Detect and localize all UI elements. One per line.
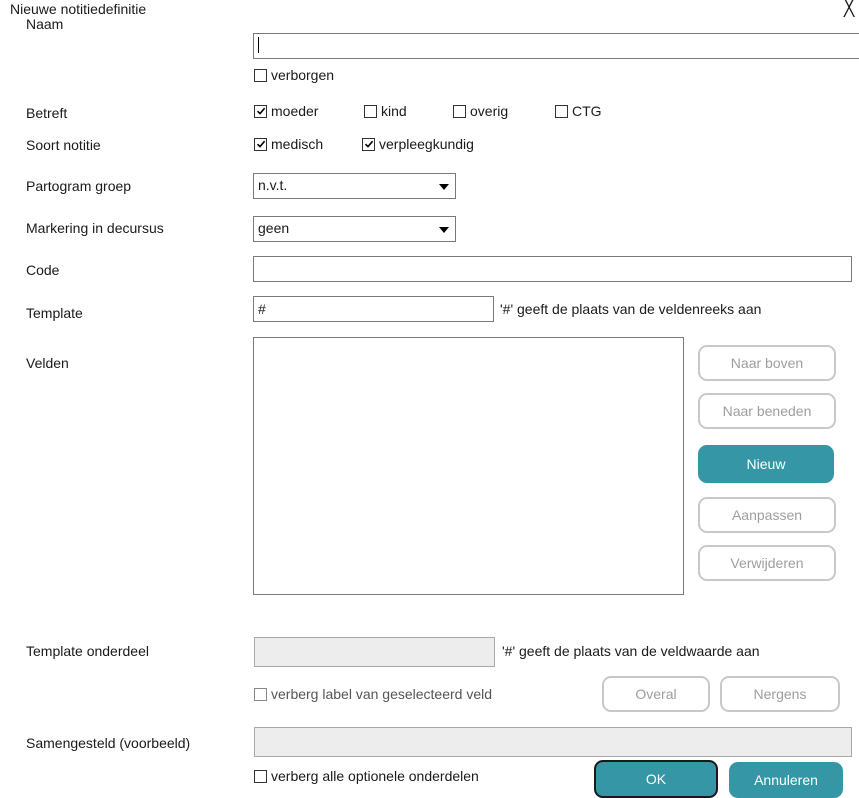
- partogram-value: n.v.t.: [258, 177, 288, 193]
- verberg-optioneel-label: verberg alle optionele onderdelen: [271, 768, 479, 784]
- samengesteld-label: Samengesteld (voorbeeld): [26, 735, 191, 751]
- text-caret: [258, 37, 259, 53]
- nieuw-button[interactable]: Nieuw: [698, 445, 834, 483]
- checkbox-box: [555, 104, 568, 118]
- checkbox-box: [364, 104, 377, 118]
- naam-input[interactable]: [253, 33, 859, 59]
- soort-verpleegkundig-checkbox[interactable]: verpleegkundig: [362, 136, 474, 152]
- checkmark-icon: [362, 137, 375, 151]
- betreft-label: Betreft: [26, 105, 68, 121]
- aanpassen-button[interactable]: Aanpassen: [698, 497, 836, 533]
- template-onderdeel-hint: '#' geeft de plaats van de veldwaarde aa…: [502, 643, 760, 659]
- verberg-optioneel-checkbox[interactable]: verberg alle optionele onderdelen: [254, 768, 479, 784]
- template-hint: '#' geeft de plaats van de veldenreeks a…: [500, 301, 762, 317]
- nergens-button[interactable]: Nergens: [720, 676, 840, 712]
- overal-button[interactable]: Overal: [602, 676, 710, 712]
- naam-label: Naam: [26, 16, 64, 32]
- verwijderen-button[interactable]: Verwijderen: [698, 545, 836, 581]
- samengesteld-input: [254, 727, 852, 757]
- dropdown-arrow-icon: [439, 227, 449, 233]
- ok-button[interactable]: OK: [594, 760, 718, 798]
- annuleren-button[interactable]: Annuleren: [729, 762, 843, 798]
- code-input[interactable]: [253, 256, 852, 282]
- template-onderdeel-label: Template onderdeel: [26, 643, 149, 659]
- soort-label: Soort notitie: [26, 137, 101, 153]
- naar-boven-button[interactable]: Naar boven: [698, 345, 836, 381]
- markering-label: Markering in decursus: [26, 220, 164, 236]
- soort-medisch-checkbox[interactable]: medisch: [254, 136, 323, 152]
- betreft-overig-checkbox[interactable]: overig: [453, 103, 508, 119]
- checkbox-box: [453, 104, 466, 118]
- verberg-label-checkbox[interactable]: verberg label van geselecteerd veld: [254, 686, 492, 702]
- betreft-moeder-checkbox[interactable]: moeder: [254, 103, 318, 119]
- checkbox-box: [254, 68, 267, 82]
- checkbox-box: [254, 687, 267, 701]
- partogram-select[interactable]: n.v.t.: [253, 173, 456, 199]
- betreft-ctg-checkbox[interactable]: CTG: [555, 103, 602, 119]
- template-label: Template: [26, 305, 83, 321]
- markering-select[interactable]: geen: [253, 216, 456, 242]
- verborgen-label: verborgen: [271, 67, 335, 83]
- velden-listbox[interactable]: [253, 337, 684, 595]
- verberg-label-text: verberg label van geselecteerd veld: [271, 686, 493, 702]
- dropdown-arrow-icon: [439, 184, 449, 190]
- checkmark-icon: [254, 104, 267, 118]
- soort-verpleegkundig-label: verpleegkundig: [379, 136, 474, 152]
- betreft-kind-checkbox[interactable]: kind: [364, 103, 407, 119]
- betreft-moeder-label: moeder: [271, 103, 319, 119]
- verborgen-checkbox[interactable]: verborgen: [254, 67, 334, 83]
- markering-value: geen: [258, 220, 290, 236]
- dialog-title: Nieuwe notitiedefinitie: [10, 1, 147, 17]
- naar-beneden-button[interactable]: Naar beneden: [698, 393, 836, 429]
- soort-medisch-label: medisch: [271, 136, 324, 152]
- checkmark-icon: [254, 137, 267, 151]
- template-input[interactable]: #: [253, 296, 494, 322]
- close-icon[interactable]: ╳: [844, 0, 854, 18]
- betreft-ctg-label: CTG: [572, 103, 602, 119]
- template-onderdeel-input[interactable]: [254, 637, 495, 667]
- velden-label: Velden: [26, 355, 69, 371]
- checkbox-box: [254, 769, 267, 783]
- code-label: Code: [26, 262, 60, 278]
- betreft-kind-label: kind: [381, 103, 407, 119]
- partogram-label: Partogram groep: [26, 178, 132, 194]
- betreft-overig-label: overig: [470, 103, 509, 119]
